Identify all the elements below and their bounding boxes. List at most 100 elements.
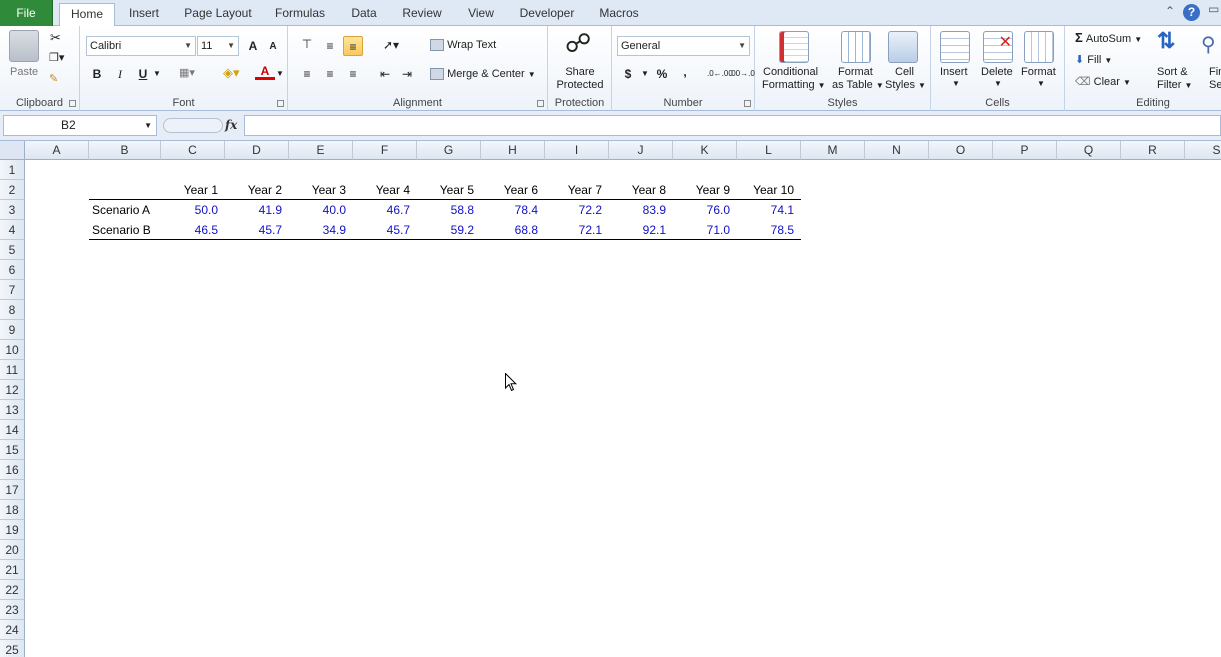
row-header[interactable]: 4 <box>0 220 25 240</box>
font-color-icon[interactable]: A <box>255 62 275 80</box>
table-header-cell[interactable]: Year 1 <box>161 180 225 200</box>
row-header[interactable]: 1 <box>0 160 25 180</box>
conditional-formatting-line1[interactable]: Conditional <box>763 66 818 78</box>
column-header[interactable]: O <box>929 141 993 160</box>
value-cell[interactable]: 71.0 <box>673 220 737 240</box>
paste-button[interactable]: Paste <box>10 66 38 78</box>
align-bottom-icon[interactable]: ≡ <box>343 36 363 56</box>
format-painter-icon[interactable]: ✎ <box>49 72 58 85</box>
decrease-decimal-button[interactable]: .00→.0 <box>729 64 755 84</box>
cell-styles-line1[interactable]: Cell <box>895 66 914 78</box>
value-cell[interactable]: 58.8 <box>417 200 481 220</box>
chevron-down-icon[interactable]: ▼ <box>144 116 152 135</box>
alignment-launcher-icon[interactable] <box>537 100 544 107</box>
column-header[interactable]: N <box>865 141 929 160</box>
cell-styles-icon[interactable] <box>888 31 918 63</box>
row-header[interactable]: 19 <box>0 520 25 540</box>
minimize-ribbon-icon[interactable]: ⌃ <box>1165 4 1175 18</box>
sort-filter-icon[interactable]: ⇅ <box>1157 28 1175 54</box>
tab-data[interactable]: Data <box>343 3 385 26</box>
find-icon[interactable]: ⚲ <box>1201 32 1216 57</box>
row-header[interactable]: 18 <box>0 500 25 520</box>
row-header[interactable]: 13 <box>0 400 25 420</box>
value-cell[interactable]: 78.5 <box>737 220 801 240</box>
row-header[interactable]: 23 <box>0 600 25 620</box>
value-cell[interactable]: 78.4 <box>481 200 545 220</box>
wrap-text-button[interactable]: Wrap Text <box>430 39 496 52</box>
format-as-table-line1[interactable]: Format <box>838 66 873 78</box>
table-header-cell[interactable]: Year 3 <box>289 180 353 200</box>
format-cells-icon[interactable] <box>1024 31 1054 63</box>
chevron-down-icon[interactable]: ▼ <box>952 79 960 88</box>
italic-button[interactable]: I <box>110 64 130 84</box>
cell-styles-button[interactable]: Styles ▼ <box>885 79 926 91</box>
percent-button[interactable]: % <box>652 64 672 84</box>
fill-button[interactable]: ⬇ Fill ▼ <box>1075 53 1112 66</box>
row-header[interactable]: 6 <box>0 260 25 280</box>
font-launcher-icon[interactable] <box>277 100 284 107</box>
cut-icon[interactable]: ✂ <box>50 30 61 46</box>
column-header[interactable]: I <box>545 141 609 160</box>
align-middle-icon[interactable]: ≡ <box>320 36 340 56</box>
tab-insert[interactable]: Insert <box>122 3 166 26</box>
value-cell[interactable]: 41.9 <box>225 200 289 220</box>
insert-cells-button[interactable]: Insert <box>940 66 968 78</box>
tab-file[interactable]: File <box>0 0 53 26</box>
table-header-cell[interactable]: Year 5 <box>417 180 481 200</box>
chevron-down-icon[interactable]: ▼ <box>1037 79 1045 88</box>
column-header[interactable]: C <box>161 141 225 160</box>
find-select-line2[interactable]: Selec <box>1209 79 1221 91</box>
orientation-icon[interactable]: ➚▾ <box>378 35 404 55</box>
row-header[interactable]: 2 <box>0 180 25 200</box>
conditional-formatting-button[interactable]: Formatting ▼ <box>762 79 826 91</box>
row-label-cell[interactable]: Scenario B <box>89 220 161 240</box>
table-header-cell[interactable]: Year 4 <box>353 180 417 200</box>
find-select-line1[interactable]: Find <box>1209 66 1221 78</box>
merge-center-button[interactable]: Merge & Center ▼ <box>430 68 536 81</box>
tab-view[interactable]: View <box>460 3 502 26</box>
format-as-table-icon[interactable] <box>841 31 871 63</box>
value-cell[interactable]: 46.7 <box>353 200 417 220</box>
value-cell[interactable]: 40.0 <box>289 200 353 220</box>
underline-button[interactable]: U <box>133 64 153 84</box>
value-cell[interactable]: 83.9 <box>609 200 673 220</box>
delete-cells-button[interactable]: Delete <box>981 66 1013 78</box>
column-header[interactable]: S <box>1185 141 1221 160</box>
shrink-font-icon[interactable]: A <box>263 37 283 57</box>
row-header[interactable]: 20 <box>0 540 25 560</box>
lock-icon[interactable]: ☍ <box>565 28 591 59</box>
tab-home[interactable]: Home <box>59 3 115 27</box>
value-cell[interactable]: 74.1 <box>737 200 801 220</box>
value-cell[interactable]: 92.1 <box>609 220 673 240</box>
row-header[interactable]: 12 <box>0 380 25 400</box>
value-cell[interactable]: 72.2 <box>545 200 609 220</box>
tab-developer[interactable]: Developer <box>514 3 580 26</box>
align-center-icon[interactable]: ≡ <box>320 64 340 84</box>
row-header[interactable]: 21 <box>0 560 25 580</box>
decrease-indent-icon[interactable]: ⇤ <box>375 64 395 84</box>
column-header[interactable]: F <box>353 141 417 160</box>
row-header[interactable]: 5 <box>0 240 25 260</box>
fill-color-icon[interactable]: ◈▾ <box>223 65 240 81</box>
table-header-cell[interactable]: Year 6 <box>481 180 545 200</box>
help-icon[interactable]: ? <box>1183 4 1200 21</box>
column-header[interactable]: L <box>737 141 801 160</box>
column-header[interactable]: M <box>801 141 865 160</box>
value-cell[interactable]: 72.1 <box>545 220 609 240</box>
autosum-button[interactable]: Σ AutoSum ▼ <box>1075 30 1142 45</box>
borders-icon[interactable]: ▦▾ <box>179 66 195 79</box>
row-header[interactable]: 9 <box>0 320 25 340</box>
column-header[interactable]: R <box>1121 141 1185 160</box>
row-header[interactable]: 17 <box>0 480 25 500</box>
currency-button[interactable]: $ <box>618 64 638 84</box>
tab-macros[interactable]: Macros <box>593 3 645 26</box>
column-header[interactable]: K <box>673 141 737 160</box>
clear-button[interactable]: ⌫ Clear ▼ <box>1075 75 1131 88</box>
font-name-select[interactable]: Calibri ▼ <box>86 36 196 56</box>
copy-icon[interactable]: ❐▾ <box>49 51 64 64</box>
row-header[interactable]: 15 <box>0 440 25 460</box>
name-box[interactable]: B2 ▼ <box>3 115 157 136</box>
clipboard-launcher-icon[interactable] <box>69 100 76 107</box>
align-left-icon[interactable]: ≡ <box>297 64 317 84</box>
increase-decimal-button[interactable]: .0←.00 <box>707 64 733 84</box>
